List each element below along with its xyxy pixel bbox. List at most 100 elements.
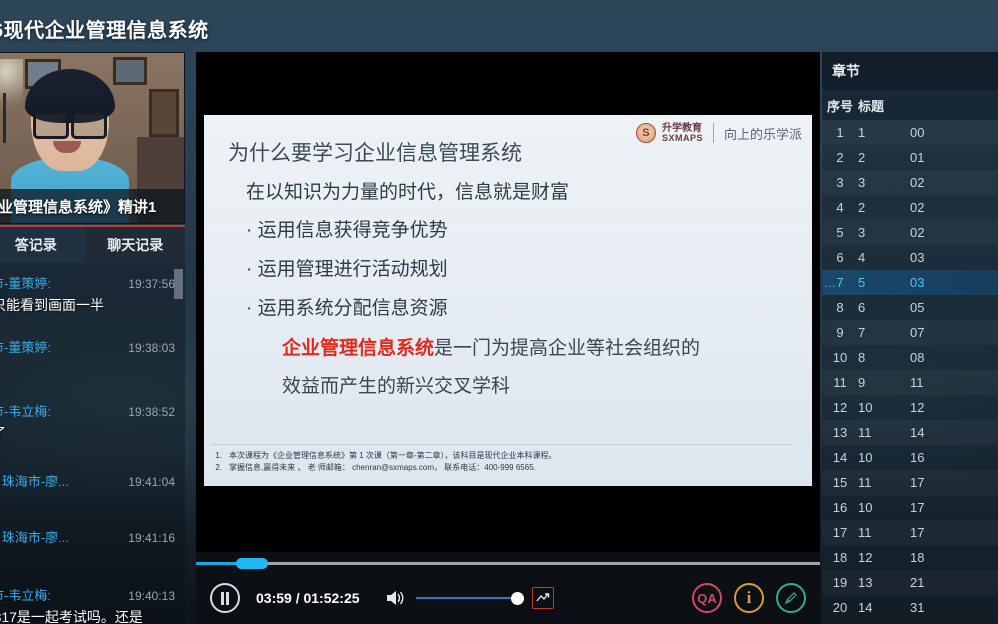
chapter-row[interactable]: 13 11 14 xyxy=(822,420,998,445)
tab-qa-records[interactable]: 答记录 xyxy=(0,227,86,263)
chapter-time: 17 xyxy=(910,525,925,540)
progress-handle[interactable] xyxy=(236,558,269,569)
chapter-index: 16 xyxy=(832,500,848,515)
page-title: 6现代企业管理信息系统 xyxy=(0,19,209,42)
chat-message-text: 08817是一起考试吗。还是 xyxy=(0,609,143,624)
chapter-row[interactable]: 15 11 17 xyxy=(822,470,998,495)
chapter-title: 2 xyxy=(858,200,866,215)
tab-qa-records-label: 答记录 xyxy=(14,237,57,253)
chat-timestamp: 19:37:56 xyxy=(128,277,175,291)
chapter-time: 18 xyxy=(910,550,925,565)
chat-timestamp: 19:38:03 xyxy=(128,341,175,355)
chapter-row[interactable]: 5 3 02 xyxy=(822,220,998,245)
info-icon[interactable]: i xyxy=(734,583,764,613)
chapter-row[interactable]: 1 1 00 xyxy=(822,120,998,145)
chapter-row[interactable]: 8 6 05 xyxy=(822,295,998,320)
picture-frame-icon xyxy=(113,57,147,85)
chapter-row[interactable]: 2 2 01 xyxy=(822,145,998,170)
progress-track xyxy=(196,562,820,565)
chapter-row[interactable]: 18 12 18 xyxy=(822,545,998,570)
chapter-time: 17 xyxy=(910,475,925,490)
chapter-time: 21 xyxy=(910,575,925,590)
chat-message-list[interactable]: 山市-董策婷: 19:37:56 屏只能看到画面一半 山市-董策婷: 19:38… xyxy=(0,263,185,624)
slide-stage[interactable]: S 升学教育 SXMAPS 向上的乐学派 为什么要学习企业信息管理系统 在以知识… xyxy=(196,52,820,552)
chapter-time: 14 xyxy=(910,425,925,440)
chat-message-item: 山市-董策婷: 19:37:56 屏只能看到画面一半 xyxy=(0,267,185,321)
chapter-row[interactable]: 16 10 17 xyxy=(822,495,998,520)
progress-bar[interactable] xyxy=(196,558,820,569)
chapter-row[interactable]: 14 10 16 xyxy=(822,445,998,470)
pause-button[interactable] xyxy=(210,583,240,613)
chapter-index: 11 xyxy=(833,375,847,390)
qa-icon[interactable]: QA xyxy=(692,583,722,613)
slide-bullet: · 运用信息获得竞争优势 xyxy=(246,220,448,241)
pencil-icon[interactable] xyxy=(776,583,806,613)
footnote-line: 2. 掌握信息,赢得未来 。 老 师邮箱： chenran@sxmaps.com… xyxy=(212,462,792,474)
chat-user-name: 圳市-韦立梅: xyxy=(0,404,51,419)
chapter-index: 15 xyxy=(832,475,848,490)
chapter-index: 17 xyxy=(832,525,848,540)
chapter-title: 13 xyxy=(858,575,873,590)
column-header-index: 序号 xyxy=(826,98,853,114)
footnote-text: 本次课程为《企业管理信息系统》第 1 次课（第一章-第二章），该科目是现代企业本… xyxy=(229,451,557,460)
chapter-time: 00 xyxy=(910,125,925,140)
chapter-title: 9 xyxy=(858,375,866,390)
chat-timestamp: 19:38:52 xyxy=(128,405,175,419)
logo-slogan: 向上的乐学派 xyxy=(723,126,802,142)
chapter-row[interactable]: 20 14 31 xyxy=(822,595,998,620)
chapter-row[interactable]: 12 10 12 xyxy=(822,395,998,420)
tab-chat-records[interactable]: 聊天记录 xyxy=(85,227,185,263)
pencil-icon-svg xyxy=(784,592,797,605)
chapter-index: 5 xyxy=(836,225,844,240)
chapter-title: 6 xyxy=(858,300,866,315)
chapter-title: 11 xyxy=(858,475,872,490)
chapter-row[interactable]: 4 2 02 xyxy=(822,195,998,220)
chapter-row[interactable]: … 7 5 03 xyxy=(822,270,998,295)
chapter-row[interactable]: 9 7 07 xyxy=(822,320,998,345)
volume-icon[interactable] xyxy=(384,587,406,609)
slide-lead-text: 在以知识为力量的时代，信息就是财富 xyxy=(246,182,570,203)
slide-footnotes: 1. 本次课程为《企业管理信息系统》第 1 次课（第一章-第二章），该科目是现代… xyxy=(212,444,792,474)
chapter-title: 8 xyxy=(858,350,866,365)
chapter-time: 05 xyxy=(910,300,925,315)
logo-name-cn: 升学教育 xyxy=(661,122,702,134)
logo-divider xyxy=(712,123,714,143)
chapter-title: 5 xyxy=(858,275,866,290)
time-display: 03:59 / 01:52:25 xyxy=(256,590,360,606)
volume-knob[interactable] xyxy=(510,592,524,605)
slide-statement-highlight: 企业管理信息系统 xyxy=(282,338,435,359)
chapter-index: 10 xyxy=(832,350,848,365)
chapter-row[interactable]: 17 11 17 xyxy=(822,520,998,545)
chat-message-item: 9级 珠海市-廖... 19:41:04 xyxy=(0,465,185,499)
chapter-row[interactable]: 19 13 21 xyxy=(822,570,998,595)
chapter-title: 3 xyxy=(858,175,866,190)
chat-timestamp: 19:41:04 xyxy=(128,475,175,489)
footnote-number: 1. xyxy=(215,451,222,460)
chapter-time: 07 xyxy=(910,325,925,340)
slide-logo: S 升学教育 SXMAPS 向上的乐学派 xyxy=(635,122,802,143)
chapter-index: 6 xyxy=(836,250,844,265)
slide-bullet: · 运用管理进行活动规划 xyxy=(246,259,448,280)
chapter-time: 02 xyxy=(910,200,925,215)
chapter-index: 18 xyxy=(832,550,848,565)
logo-name-en: SXMAPS xyxy=(661,132,703,143)
rate-button[interactable] xyxy=(531,587,554,609)
chat-user-name: 9级 珠海市-廖... xyxy=(0,530,70,545)
presentation-slide: S 升学教育 SXMAPS 向上的乐学派 为什么要学习企业信息管理系统 在以知识… xyxy=(204,115,812,486)
volume-icon-svg xyxy=(386,591,403,605)
chapter-title: 3 xyxy=(858,225,866,240)
chapter-title: 10 xyxy=(858,450,873,465)
instructor-webcam-video[interactable]: 企业管理信息系统》精讲1 xyxy=(0,52,185,224)
player-controls: 03:59 / 01:52:25 QA i xyxy=(196,552,820,624)
chapter-time: 12 xyxy=(910,400,925,415)
chapter-row[interactable]: 11 9 11 xyxy=(822,370,998,395)
chapter-row[interactable]: 3 3 02 xyxy=(822,170,998,195)
volume-slider[interactable] xyxy=(415,589,524,607)
chapter-title: 10 xyxy=(858,400,873,415)
chapter-row[interactable]: 6 4 03 xyxy=(822,245,998,270)
chapter-time: 31 xyxy=(910,600,925,615)
chapter-time: 17 xyxy=(910,500,925,515)
right-control-icons: QA i xyxy=(692,583,806,613)
chapter-row[interactable]: 10 8 08 xyxy=(822,345,998,370)
footnote-number: 2. xyxy=(215,463,222,472)
